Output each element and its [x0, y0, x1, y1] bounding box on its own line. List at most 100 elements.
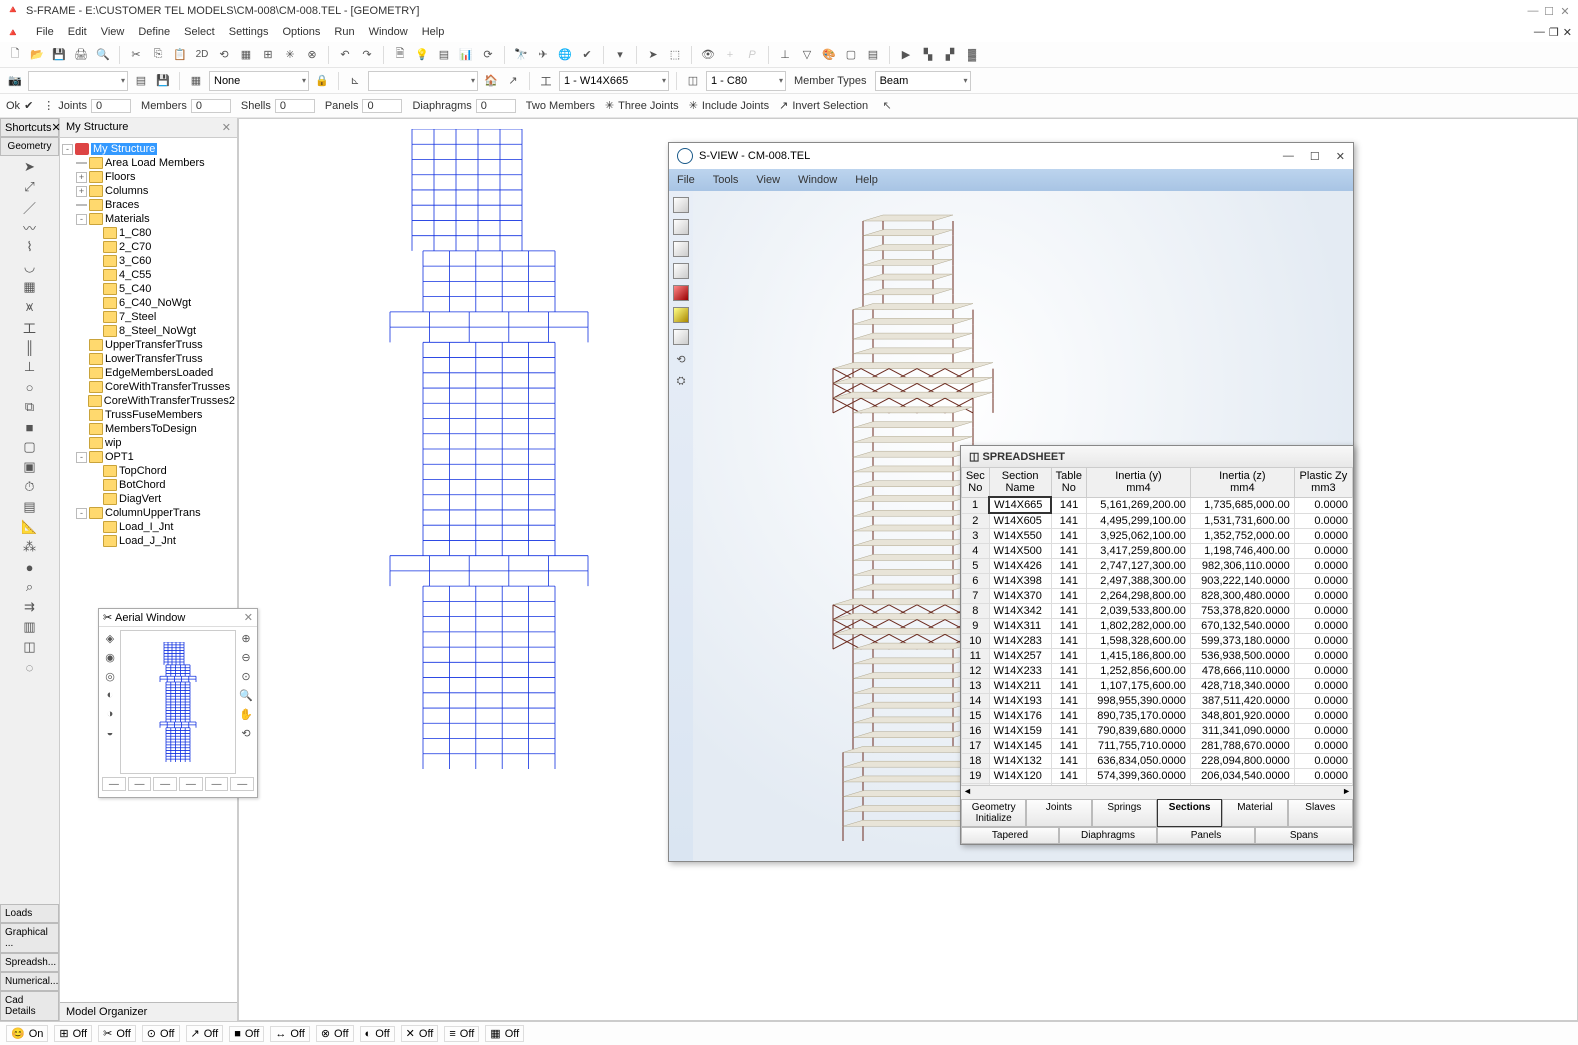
sview-rotate-icon[interactable]: ⟲: [671, 349, 691, 369]
cell[interactable]: 141: [1051, 769, 1086, 784]
cell[interactable]: 141: [1051, 664, 1086, 679]
axis2-icon[interactable]: ⊾: [346, 72, 364, 90]
aerial-view4-icon[interactable]: ◐: [102, 687, 118, 703]
measure-icon[interactable]: 📐: [20, 518, 40, 536]
cell[interactable]: 0.0000: [1294, 724, 1352, 739]
structure-icon[interactable]: ▦: [20, 278, 40, 296]
print-icon[interactable]: 🖨: [72, 46, 90, 64]
check-icon[interactable]: ✔: [578, 46, 596, 64]
cell[interactable]: 711,755,710.0000: [1087, 739, 1191, 754]
tree-node-braces[interactable]: Braces: [62, 198, 235, 212]
cell[interactable]: 0.0000: [1294, 497, 1352, 513]
mdi-restore[interactable]: ❐: [1549, 26, 1559, 39]
tree-node-lowertransfertruss[interactable]: LowerTransferTruss: [62, 352, 235, 366]
calendar-icon[interactable]: ▤: [20, 498, 40, 516]
shells-count[interactable]: 0: [275, 99, 315, 113]
cell[interactable]: 9: [962, 619, 990, 634]
table-row[interactable]: 13W14X2111411,107,175,600.00428,718,340.…: [962, 679, 1353, 694]
design-icon[interactable]: ▞: [941, 46, 959, 64]
snap-icon[interactable]: ⊞: [259, 46, 277, 64]
cell[interactable]: W14X500: [989, 544, 1051, 559]
paste-icon[interactable]: 📋: [171, 46, 189, 64]
new-icon[interactable]: 🗋: [6, 46, 24, 64]
cell[interactable]: W14X120: [989, 769, 1051, 784]
rotate-icon[interactable]: ⟲: [215, 46, 233, 64]
cell[interactable]: 0.0000: [1294, 649, 1352, 664]
cell[interactable]: 141: [1051, 497, 1086, 513]
p-icon[interactable]: P: [743, 46, 761, 64]
table-row[interactable]: 1W14X6651415,161,269,200.001,735,685,000…: [962, 497, 1353, 513]
cell[interactable]: 2,264,298,800.00: [1087, 589, 1191, 604]
cell[interactable]: 206,034,540.0000: [1190, 769, 1294, 784]
table-row[interactable]: 4W14X5001413,417,259,800.001,198,746,400…: [962, 544, 1353, 559]
cell[interactable]: 0.0000: [1294, 709, 1352, 724]
menu-select[interactable]: Select: [184, 26, 215, 38]
menu-view[interactable]: View: [101, 26, 125, 38]
aerial-view5-icon[interactable]: ◑: [102, 706, 118, 722]
cell[interactable]: 1,735,685,000.00: [1190, 497, 1294, 513]
cell[interactable]: 141: [1051, 589, 1086, 604]
sview-top-icon[interactable]: [671, 217, 691, 237]
shortcuts-tab[interactable]: Shortcuts✕: [0, 118, 59, 137]
report2-icon[interactable]: ▓: [963, 46, 981, 64]
app-menu-icon[interactable]: 🔺: [6, 26, 22, 39]
sview-iso-icon[interactable]: [671, 195, 691, 215]
menu-options[interactable]: Options: [282, 26, 320, 38]
tree-node-botchord[interactable]: BotChord: [62, 478, 235, 492]
save2-icon[interactable]: 💾: [154, 72, 172, 90]
cell[interactable]: 14: [962, 694, 990, 709]
column-header[interactable]: Inertia (z)mm4: [1190, 468, 1294, 498]
sview-shade-icon[interactable]: [671, 305, 691, 325]
sview-menu-file[interactable]: File: [677, 174, 695, 186]
tab-spreadsheet[interactable]: Spreadsh...: [0, 953, 59, 972]
cell[interactable]: 2,039,533,800.00: [1087, 604, 1191, 619]
offset-icon[interactable]: ⇉: [20, 598, 40, 616]
cell[interactable]: 1,252,856,600.00: [1087, 664, 1191, 679]
copy-icon[interactable]: ⎘: [149, 46, 167, 64]
spring-icon[interactable]: ⁂: [20, 538, 40, 556]
cell[interactable]: 10: [962, 634, 990, 649]
three-joints-button[interactable]: ✳ Three Joints: [605, 99, 679, 112]
table-row[interactable]: 7W14X3701412,264,298,800.00828,300,480.0…: [962, 589, 1353, 604]
cell[interactable]: 141: [1051, 544, 1086, 559]
cell[interactable]: 0.0000: [1294, 513, 1352, 529]
aerial-b1[interactable]: —: [102, 777, 126, 791]
menu-define[interactable]: Define: [138, 26, 170, 38]
sview-persp-icon[interactable]: [671, 283, 691, 303]
tab-numerical[interactable]: Numerical...: [0, 972, 59, 991]
aerial-zoom-out-icon[interactable]: ⊖: [238, 649, 254, 665]
status-toggle-8[interactable]: ◐Off: [360, 1026, 395, 1042]
cell[interactable]: 1,352,752,000.00: [1190, 529, 1294, 544]
spreadsheet-window[interactable]: ◫ SPREADSHEET SecNoSectionNameTableNoIne…: [960, 445, 1354, 845]
pointer-icon[interactable]: ➤: [20, 158, 40, 176]
cell[interactable]: 2: [962, 513, 990, 529]
cell[interactable]: 141: [1051, 604, 1086, 619]
cell[interactable]: 16: [962, 724, 990, 739]
tool-icon[interactable]: ✳: [281, 46, 299, 64]
status-toggle-3[interactable]: ⊙Off: [142, 1025, 180, 1042]
aerial-close-icon[interactable]: ✕: [244, 611, 253, 624]
cell[interactable]: 0.0000: [1294, 769, 1352, 784]
maximize-button[interactable]: ☐: [1542, 5, 1556, 18]
tab-graphical[interactable]: Graphical ...: [0, 923, 59, 953]
spreadsheet-grid[interactable]: SecNoSectionNameTableNoInertia (y)mm4Ine…: [961, 467, 1353, 785]
aerial-zoom-icon[interactable]: 🔍: [238, 687, 254, 703]
aerial-b2[interactable]: —: [128, 777, 152, 791]
cell[interactable]: 0.0000: [1294, 679, 1352, 694]
support-icon[interactable]: ⊥: [20, 358, 40, 376]
cell[interactable]: W14X426: [989, 559, 1051, 574]
tree-node-5-c40[interactable]: 5_C40: [62, 282, 235, 296]
cell[interactable]: 0.0000: [1294, 604, 1352, 619]
tree-node-columnuppertrans[interactable]: -ColumnUpperTrans: [62, 506, 235, 520]
select-icon[interactable]: ⬚: [666, 46, 684, 64]
cell[interactable]: 0.0000: [1294, 574, 1352, 589]
cell[interactable]: 4: [962, 544, 990, 559]
tree-node-topchord[interactable]: TopChord: [62, 464, 235, 478]
table-row[interactable]: 9W14X3111411,802,282,000.00670,132,540.0…: [962, 619, 1353, 634]
sview-menu-tools[interactable]: Tools: [713, 174, 739, 186]
tree-root[interactable]: -My Structure: [62, 142, 235, 156]
cell[interactable]: 141: [1051, 619, 1086, 634]
cell[interactable]: 8: [962, 604, 990, 619]
table-row[interactable]: 16W14X159141790,839,680.0000311,341,090.…: [962, 724, 1353, 739]
sview-settings-icon[interactable]: ⛭: [671, 371, 691, 391]
